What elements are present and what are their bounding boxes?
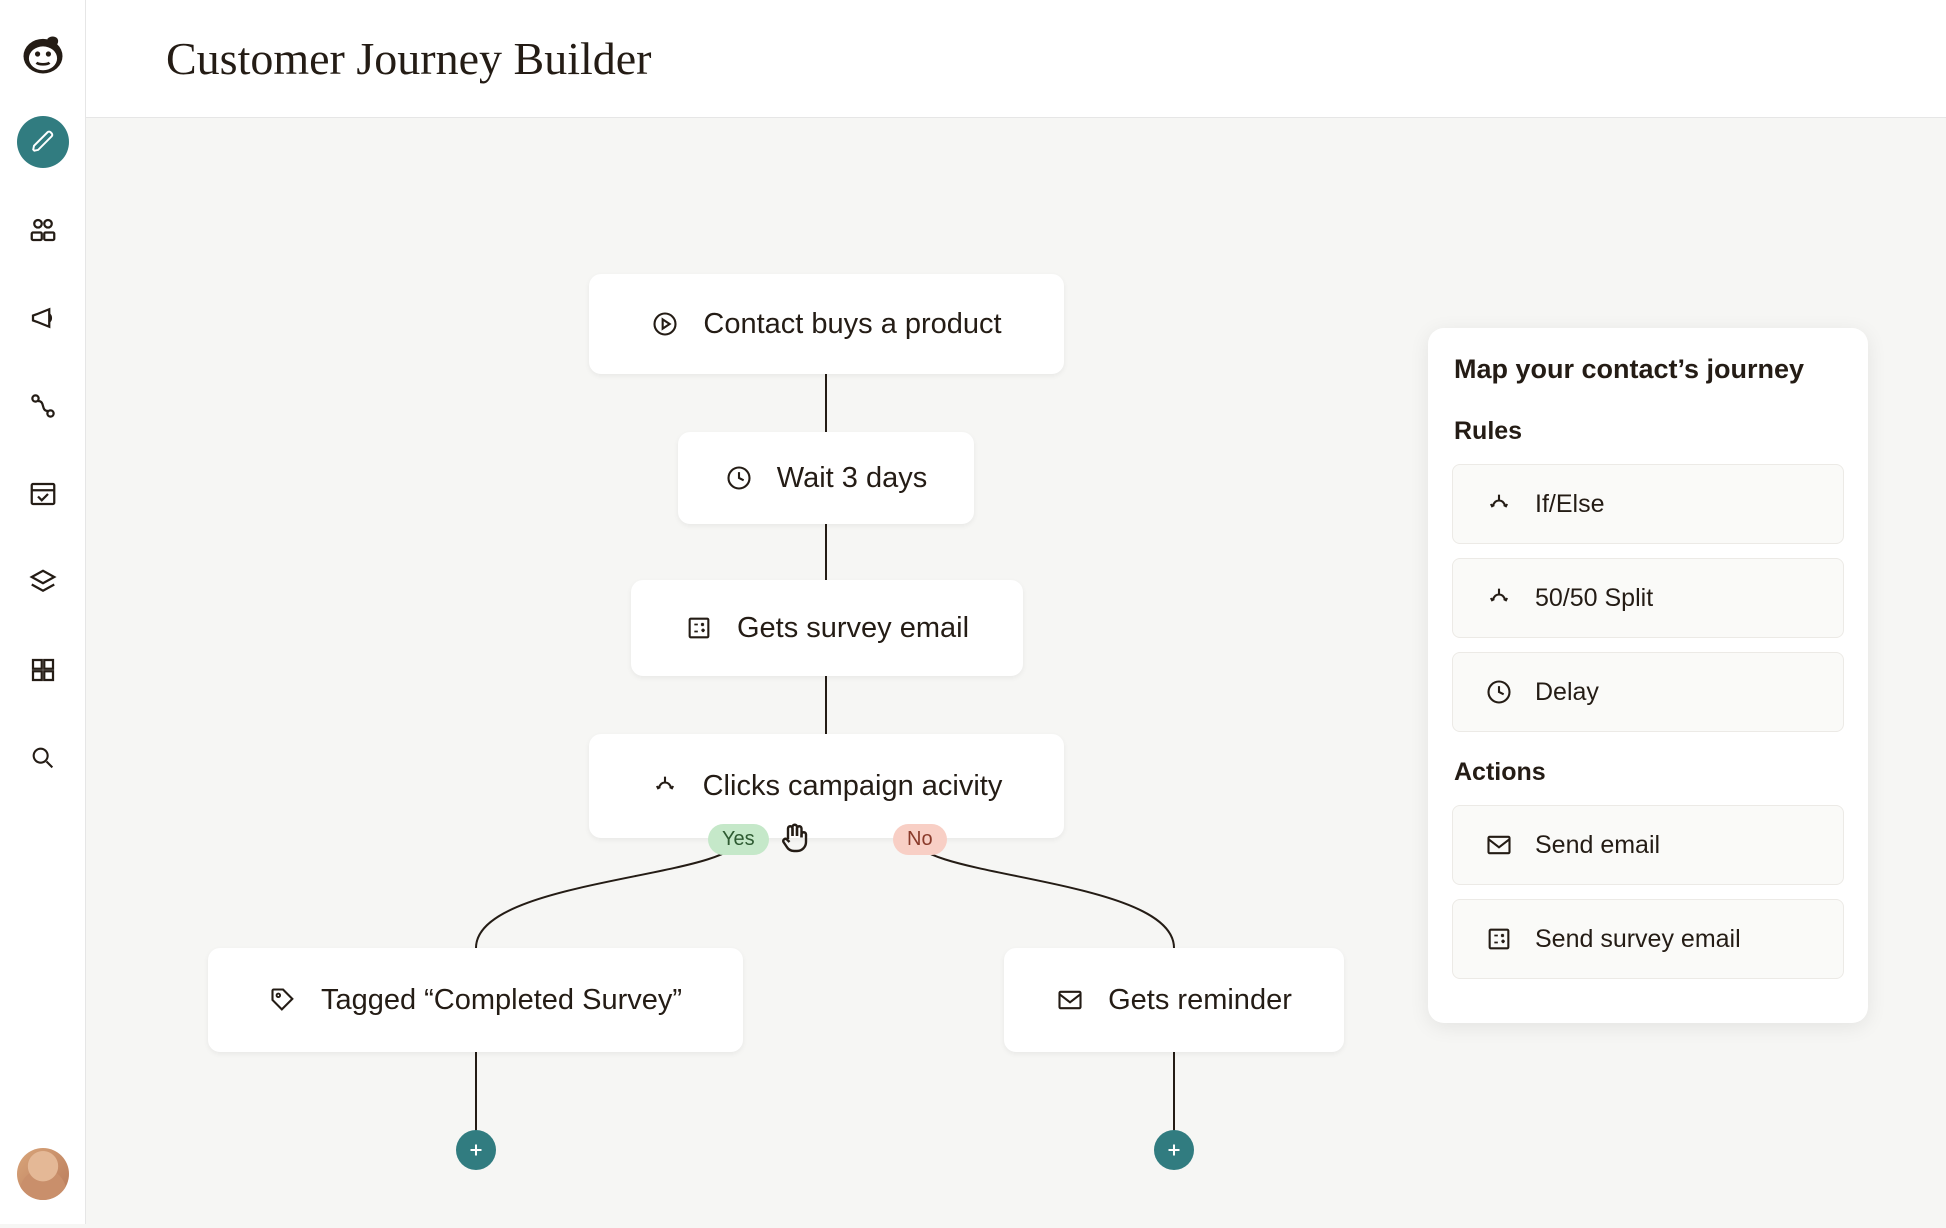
- megaphone-icon: [28, 303, 58, 333]
- survey-icon: [1485, 925, 1513, 953]
- window-icon: [28, 479, 58, 509]
- audience-icon: [28, 215, 58, 245]
- page-title: Customer Journey Builder: [166, 32, 652, 85]
- sidebar: [0, 0, 86, 1224]
- node-label: Wait 3 days: [777, 462, 927, 495]
- node-wait[interactable]: Wait 3 days: [678, 432, 974, 524]
- nav-audience[interactable]: [17, 204, 69, 256]
- play-circle-icon: [651, 310, 679, 338]
- panel-item-label: If/Else: [1535, 490, 1604, 519]
- nav-search[interactable]: [17, 732, 69, 784]
- nav-website[interactable]: [17, 468, 69, 520]
- panel-item-send-email[interactable]: Send email: [1452, 805, 1844, 885]
- pencil-icon: [30, 129, 56, 155]
- panel-item-if-else[interactable]: If/Else: [1452, 464, 1844, 544]
- panel-item-send-survey-email[interactable]: Send survey email: [1452, 899, 1844, 979]
- panel-item-split[interactable]: 50/50 Split: [1452, 558, 1844, 638]
- panel-item-label: 50/50 Split: [1535, 584, 1653, 613]
- panel-section-rules-title: Rules: [1452, 417, 1844, 446]
- mailchimp-logo-icon[interactable]: [17, 28, 69, 80]
- node-label: Gets reminder: [1108, 984, 1292, 1017]
- header: Customer Journey Builder: [86, 0, 1946, 118]
- node-label: Gets survey email: [737, 612, 969, 645]
- split-icon: [1485, 584, 1513, 612]
- node-label: Contact buys a product: [703, 308, 1001, 341]
- mail-icon: [1056, 986, 1084, 1014]
- user-avatar[interactable]: [17, 1148, 69, 1200]
- panel-item-delay[interactable]: Delay: [1452, 652, 1844, 732]
- journey-canvas[interactable]: Contact buys a product Wait 3 days Gets …: [86, 118, 1946, 1224]
- add-step-button-right[interactable]: [1154, 1130, 1194, 1170]
- split-icon: [651, 772, 679, 800]
- mail-icon: [1485, 831, 1513, 859]
- node-start[interactable]: Contact buys a product: [589, 274, 1064, 374]
- node-survey-email[interactable]: Gets survey email: [631, 580, 1023, 676]
- panel-item-label: Delay: [1535, 678, 1599, 707]
- node-label: Clicks campaign acivity: [703, 770, 1003, 803]
- journey-icon: [28, 391, 58, 421]
- content-icon: [28, 567, 58, 597]
- search-icon: [29, 744, 57, 772]
- clock-icon: [725, 464, 753, 492]
- node-reminder[interactable]: Gets reminder: [1004, 948, 1344, 1052]
- branch-yes-badge: Yes: [708, 824, 769, 855]
- nav-content[interactable]: [17, 556, 69, 608]
- grid-icon: [28, 655, 58, 685]
- nav-automations[interactable]: [17, 380, 69, 432]
- journey-panel: Map your contact’s journey Rules If/Else…: [1428, 328, 1868, 1023]
- cursor-hand-icon: [776, 818, 812, 854]
- clock-icon: [1485, 678, 1513, 706]
- nav-campaigns[interactable]: [17, 292, 69, 344]
- branch-no-badge: No: [893, 824, 947, 855]
- nav-create[interactable]: [17, 116, 69, 168]
- survey-icon: [685, 614, 713, 642]
- node-tagged[interactable]: Tagged “Completed Survey”: [208, 948, 743, 1052]
- tag-icon: [269, 986, 297, 1014]
- panel-title: Map your contact’s journey: [1452, 354, 1844, 385]
- split-icon: [1485, 490, 1513, 518]
- nav-integrations[interactable]: [17, 644, 69, 696]
- panel-section-actions-title: Actions: [1452, 758, 1844, 787]
- add-step-button-left[interactable]: [456, 1130, 496, 1170]
- node-label: Tagged “Completed Survey”: [321, 984, 682, 1017]
- node-branch[interactable]: Clicks campaign acivity: [589, 734, 1064, 838]
- panel-item-label: Send survey email: [1535, 925, 1741, 954]
- panel-item-label: Send email: [1535, 831, 1660, 860]
